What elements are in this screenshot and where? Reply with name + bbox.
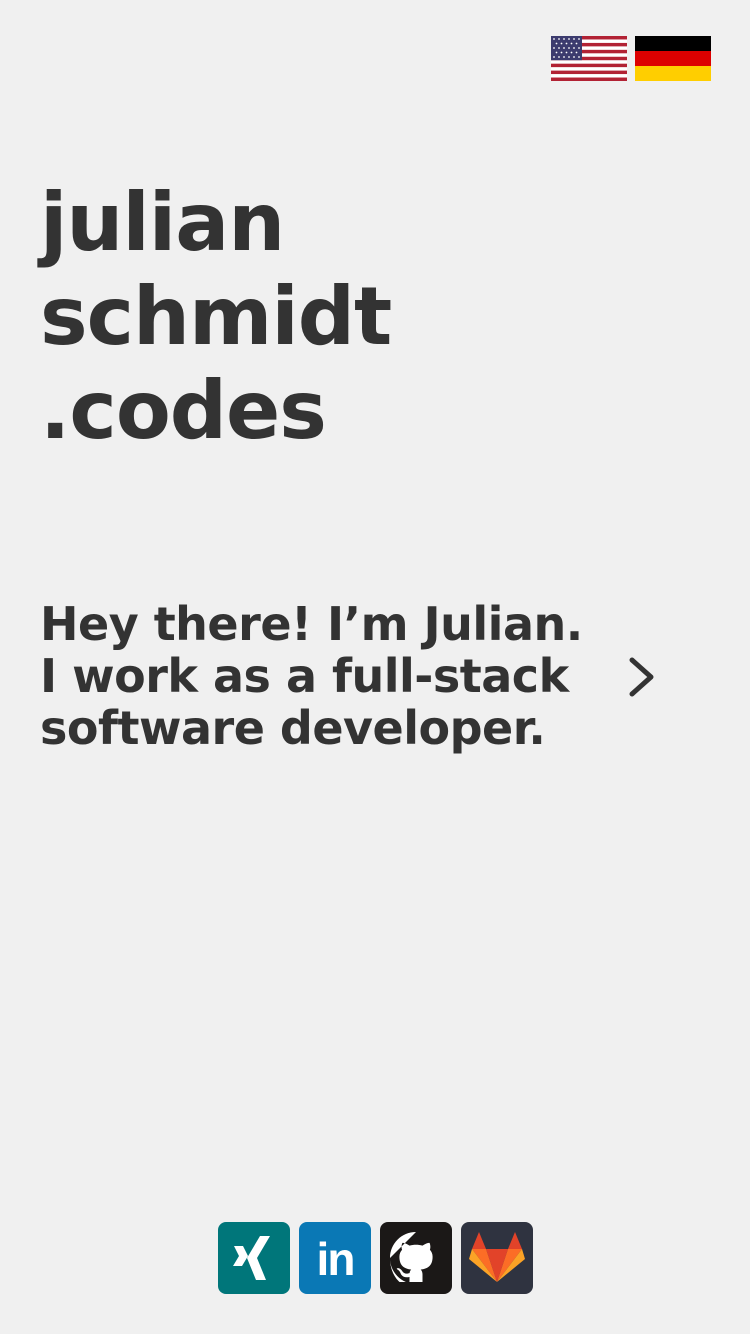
linkedin-icon[interactable]: in bbox=[299, 1222, 371, 1294]
site-title: julian schmidt .codes bbox=[40, 176, 392, 458]
social-links: in bbox=[218, 1222, 533, 1294]
intro-text: Hey there! I’m Julian. I work as a full-… bbox=[40, 598, 583, 754]
german-flag-icon[interactable] bbox=[635, 36, 711, 81]
intro-line: I work as a full-stack bbox=[40, 649, 569, 703]
xing-icon[interactable] bbox=[218, 1222, 290, 1294]
chevron-right-icon[interactable] bbox=[622, 652, 662, 702]
site-title-line: schmidt bbox=[40, 270, 392, 363]
site-title-line: .codes bbox=[40, 364, 327, 457]
intro-line: Hey there! I’m Julian. bbox=[40, 597, 583, 651]
intro-line: software developer. bbox=[40, 701, 546, 755]
github-icon[interactable] bbox=[380, 1222, 452, 1294]
gitlab-icon[interactable] bbox=[461, 1222, 533, 1294]
site-title-line: julian bbox=[40, 176, 285, 269]
us-flag-icon[interactable] bbox=[551, 36, 627, 81]
language-switcher bbox=[551, 36, 711, 81]
linkedin-label: in bbox=[316, 1233, 356, 1285]
